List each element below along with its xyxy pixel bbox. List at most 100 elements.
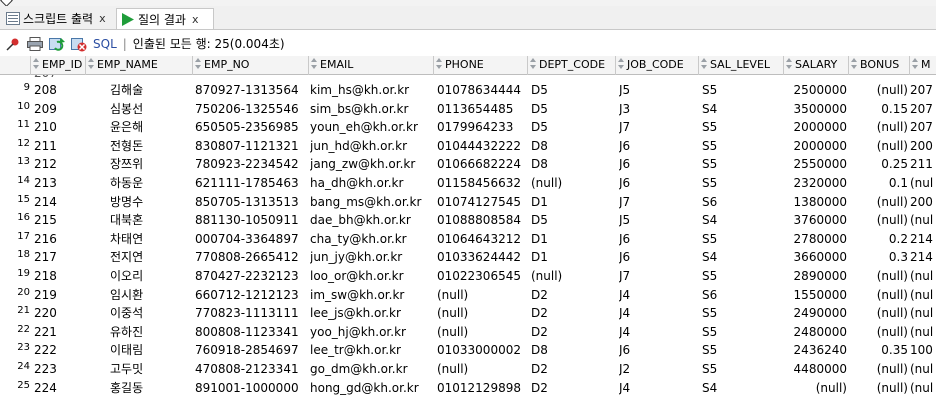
cell-emp-name[interactable]: 차태연 <box>110 230 190 248</box>
cell-bonus[interactable]: (null) <box>846 267 908 285</box>
cell-sal-level[interactable]: S4 <box>702 100 782 118</box>
cell-phone[interactable]: (null) <box>437 304 529 322</box>
sort-icon[interactable] <box>911 58 919 70</box>
cell-emp-name[interactable]: 이중석 <box>110 304 190 322</box>
cell-bonus[interactable]: (null) <box>846 118 908 136</box>
cell-salary[interactable]: 1380000 <box>785 193 847 211</box>
cell-email[interactable]: bang_ms@kh.or.kr <box>310 193 434 211</box>
tab-query-result[interactable]: 질의 결과 x <box>116 8 214 29</box>
column-header-emp-no[interactable]: EMP_NO <box>193 56 309 75</box>
cell-job-code[interactable]: J2 <box>619 360 699 378</box>
cell-emp-no[interactable]: 750206-1325546 <box>195 100 307 118</box>
cell-email[interactable]: cha_ty@kh.or.kr <box>310 230 434 248</box>
cell-emp-no[interactable]: 760918-2854697 <box>195 341 307 359</box>
refresh-icon[interactable] <box>49 36 65 52</box>
cell-sal-level[interactable]: S5 <box>702 174 782 192</box>
cell-sal-level[interactable]: S5 <box>702 323 782 341</box>
cell-sal-level[interactable]: S5 <box>702 118 782 136</box>
cell-salary[interactable]: 2000000 <box>785 118 847 136</box>
cell-emp-id[interactable]: 214 <box>34 193 94 211</box>
cell-bonus[interactable]: (null) <box>846 137 908 155</box>
cell-job-code[interactable]: J4 <box>619 379 699 397</box>
table-row[interactable]: 25 224 홍길동 891001-1000000 hong_gd@kh.or.kr 01… <box>0 379 936 397</box>
cell-salary[interactable]: 3660000 <box>785 248 847 266</box>
cell-phone[interactable]: 01074127545 <box>437 193 529 211</box>
cell-job-code[interactable]: J7 <box>619 193 699 211</box>
cell-bonus[interactable]: (null) <box>846 211 908 229</box>
table-row[interactable]: 23 222 이태림 760918-2854697 lee_tr@kh.or.kr 010… <box>0 341 936 359</box>
cell-m[interactable]: 207 <box>910 100 936 118</box>
cell-bonus[interactable]: 0.3 <box>846 248 908 266</box>
column-header-salary[interactable]: SALARY <box>784 56 849 75</box>
cell-emp-id[interactable]: 220 <box>34 304 94 322</box>
cell-email[interactable]: youn_eh@kh.or.kr <box>310 118 434 136</box>
column-header-email[interactable]: EMAIL <box>309 56 434 75</box>
cell-m[interactable]: (nul <box>910 379 936 397</box>
cancel-fetch-icon[interactable] <box>71 36 87 52</box>
cell-emp-id[interactable]: 219 <box>34 286 94 304</box>
cell-emp-id[interactable]: 216 <box>34 230 94 248</box>
cell-emp-name[interactable]: 장쯔위 <box>110 155 190 173</box>
cell-email[interactable]: go_dm@kh.or.kr <box>310 360 434 378</box>
cell-emp-id[interactable]: 221 <box>34 323 94 341</box>
column-header-m[interactable]: M <box>910 56 936 75</box>
cell-emp-id[interactable]: 212 <box>34 155 94 173</box>
cell-job-code[interactable]: J4 <box>619 304 699 322</box>
cell-job-code[interactable]: J6 <box>619 248 699 266</box>
cell-job-code[interactable]: J6 <box>619 230 699 248</box>
column-header-dept-code[interactable]: DEPT_CODE <box>528 56 616 75</box>
column-header-emp-id[interactable]: EMP_ID <box>31 56 86 75</box>
cell-bonus[interactable]: 0.2 <box>846 230 908 248</box>
cell-salary[interactable]: 2550000 <box>785 155 847 173</box>
cell-emp-no[interactable]: 650505-2356985 <box>195 118 307 136</box>
sort-icon[interactable] <box>617 58 625 70</box>
cell-bonus[interactable]: (null) <box>846 81 908 99</box>
cell-emp-no[interactable]: 000704-3364897 <box>195 230 307 248</box>
cell-emp-no[interactable]: 891001-1000000 <box>195 379 307 397</box>
cell-dept-code[interactable]: D5 <box>531 100 615 118</box>
table-row[interactable]: 14 213 하동운 621111-1785463 ha_dh@kh.or.kr 0115… <box>0 174 936 192</box>
cell-sal-level[interactable]: S5 <box>702 137 782 155</box>
cell-salary[interactable]: 2500000 <box>785 81 847 99</box>
cell-bonus[interactable]: 0.25 <box>846 155 908 173</box>
sort-icon[interactable] <box>435 58 443 70</box>
cell-job-code[interactable]: J4 <box>619 323 699 341</box>
cell-emp-no[interactable]: 830807-1121321 <box>195 137 307 155</box>
cell-dept-code[interactable]: D2 <box>531 286 615 304</box>
cell-job-code[interactable]: J7 <box>619 267 699 285</box>
cell-dept-code[interactable]: D8 <box>531 155 615 173</box>
cell-bonus[interactable]: 0.15 <box>846 100 908 118</box>
cell-phone[interactable]: 01066682224 <box>437 155 529 173</box>
cell-bonus[interactable]: 0.35 <box>846 341 908 359</box>
cell-dept-code[interactable]: D5 <box>531 118 615 136</box>
cell-emp-no[interactable]: 780923-2234542 <box>195 155 307 173</box>
cell-email[interactable]: lee_tr@kh.or.kr <box>310 341 434 359</box>
cell-emp-name[interactable]: 전형돈 <box>110 137 190 155</box>
cell-phone[interactable]: 01078634444 <box>437 81 529 99</box>
cell-emp-name[interactable]: 홍길동 <box>110 379 190 397</box>
cell-emp-id[interactable]: 213 <box>34 174 94 192</box>
cell-sal-level[interactable]: S4 <box>702 248 782 266</box>
sort-icon[interactable] <box>785 58 793 70</box>
cell-emp-name[interactable]: 임시환 <box>110 286 190 304</box>
cell-email[interactable]: jang_zw@kh.or.kr <box>310 155 434 173</box>
table-row[interactable]: 13 212 장쯔위 780923-2234542 jang_zw@kh.or.kr 01… <box>0 155 936 173</box>
column-header-job-code[interactable]: JOB_CODE <box>616 56 699 75</box>
cell-sal-level[interactable]: S5 <box>702 267 782 285</box>
cell-m[interactable]: (nul <box>910 211 936 229</box>
cell-emp-name[interactable]: 고두밋 <box>110 360 190 378</box>
cell-job-code[interactable]: J5 <box>619 81 699 99</box>
cell-m[interactable]: (nul <box>910 323 936 341</box>
cell-emp-no[interactable]: 800808-1123341 <box>195 323 307 341</box>
cell-dept-code[interactable]: D5 <box>531 211 615 229</box>
cell-salary[interactable]: 4480000 <box>785 360 847 378</box>
cell-emp-name[interactable]: 이오리 <box>110 267 190 285</box>
cell-phone[interactable]: 01033624442 <box>437 248 529 266</box>
cell-dept-code[interactable]: D2 <box>531 323 615 341</box>
close-icon[interactable]: x <box>99 12 106 25</box>
cell-email[interactable]: jun_hd@kh.or.kr <box>310 137 434 155</box>
cell-email[interactable]: ha_dh@kh.or.kr <box>310 174 434 192</box>
cell-m[interactable]: (nul <box>910 174 936 192</box>
table-row[interactable]: 20 219 임시환 660712-1212123 im_sw@kh.or.kr (nul… <box>0 286 936 304</box>
cell-m[interactable]: (nul <box>910 286 936 304</box>
